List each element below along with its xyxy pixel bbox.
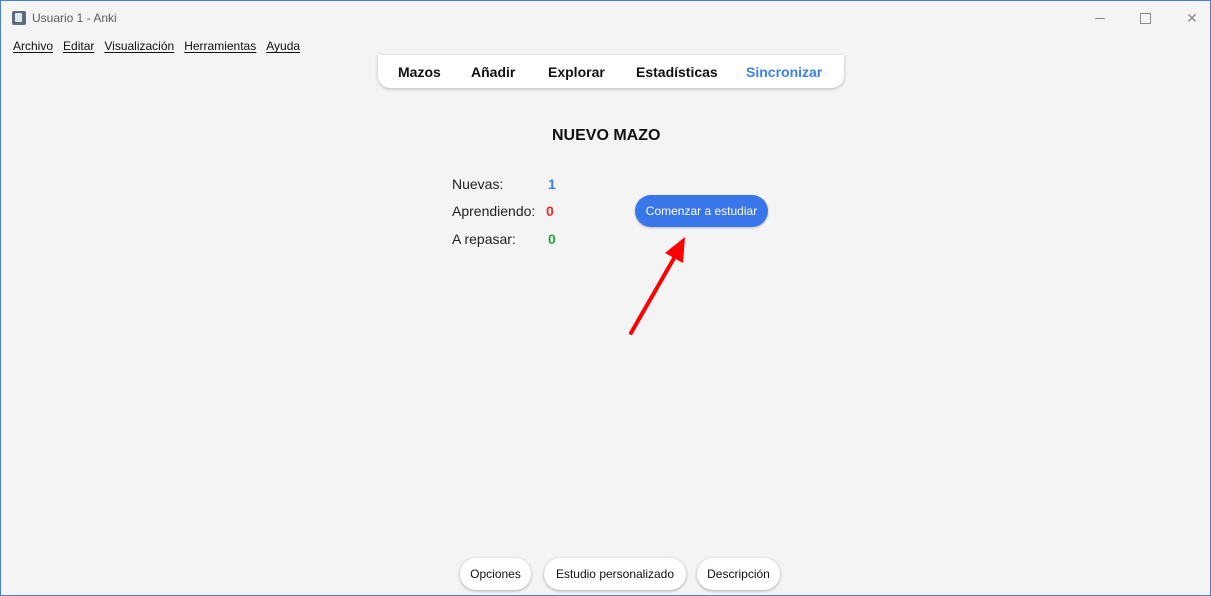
minimize-button[interactable] bbox=[1086, 7, 1114, 29]
main-toolbar: Mazos Añadir Explorar Estadísticas Sincr… bbox=[378, 55, 844, 88]
close-button[interactable]: ✕ bbox=[1178, 7, 1206, 29]
menu-archivo[interactable]: Archivo bbox=[13, 39, 53, 55]
description-button[interactable]: Descripción bbox=[697, 558, 780, 590]
deck-title: NUEVO MAZO bbox=[552, 127, 661, 144]
menu-bar: Archivo Editar Visualización Herramienta… bbox=[13, 39, 300, 55]
anki-window: Usuario 1 - Anki ✕ Archivo Editar Visual… bbox=[0, 0, 1211, 596]
stat-value-aprendiendo: 0 bbox=[546, 203, 554, 219]
custom-study-button[interactable]: Estudio personalizado bbox=[544, 558, 686, 590]
menu-ayuda[interactable]: Ayuda bbox=[266, 39, 300, 55]
anki-app-icon bbox=[12, 11, 26, 25]
maximize-button[interactable] bbox=[1131, 7, 1159, 29]
minimize-icon bbox=[1095, 18, 1105, 19]
study-now-button[interactable]: Comenzar a estudiar bbox=[635, 195, 768, 227]
stat-label-aprendiendo: Aprendiendo: bbox=[452, 203, 536, 219]
menu-herramientas[interactable]: Herramientas bbox=[184, 39, 256, 55]
window-title: Usuario 1 - Anki bbox=[32, 11, 117, 25]
stat-label-nuevas: Nuevas: bbox=[452, 176, 504, 192]
maximize-icon bbox=[1140, 13, 1151, 24]
nav-sincronizar[interactable]: Sincronizar bbox=[746, 64, 822, 80]
nav-explorar[interactable]: Explorar bbox=[548, 64, 605, 80]
stat-label-repasar: A repasar: bbox=[452, 231, 516, 247]
nav-estadisticas[interactable]: Estadísticas bbox=[636, 64, 718, 80]
nav-anadir[interactable]: Añadir bbox=[471, 64, 515, 80]
menu-visualizacion[interactable]: Visualización bbox=[104, 39, 174, 55]
stat-value-repasar: 0 bbox=[548, 231, 556, 247]
menu-editar[interactable]: Editar bbox=[63, 39, 94, 55]
nav-mazos[interactable]: Mazos bbox=[398, 64, 441, 80]
title-bar: Usuario 1 - Anki ✕ bbox=[1, 1, 1210, 37]
stat-value-nuevas: 1 bbox=[548, 176, 556, 192]
options-button[interactable]: Opciones bbox=[460, 558, 531, 590]
red-arrow-annotation bbox=[629, 237, 685, 335]
